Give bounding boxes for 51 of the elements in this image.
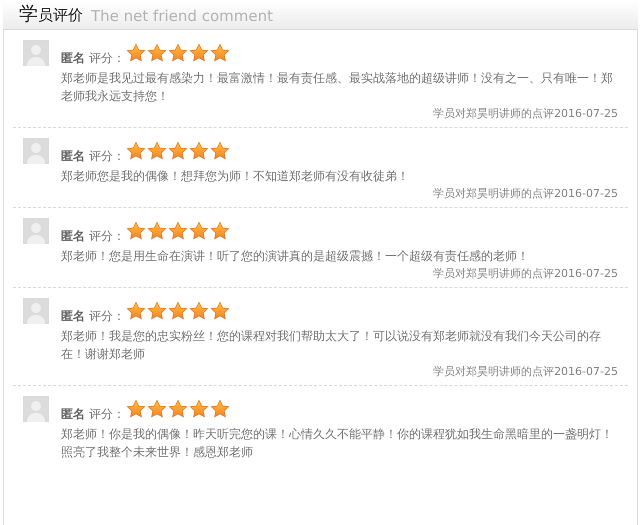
rating-label: 评分： <box>89 228 125 245</box>
star-icon <box>189 43 209 63</box>
star-icon <box>126 221 146 241</box>
reviewer-name: 匿名 <box>61 50 85 67</box>
reviewer-name: 匿名 <box>61 406 85 423</box>
star-icon <box>168 141 188 161</box>
star-icon <box>210 399 230 419</box>
star-icon <box>210 301 230 321</box>
reviewer-name: 匿名 <box>61 228 85 245</box>
rating-label: 评分： <box>89 308 125 325</box>
review-meta: 学员对郑昊明讲师的点评2016-07-25 <box>433 364 618 380</box>
star-icon <box>126 301 146 321</box>
star-icon <box>126 399 146 419</box>
avatar-icon <box>23 138 49 164</box>
review-text: 郑老师！你是我的偶像！昨天听完您的课！心情久久不能平静！你的课程犹如我生命黑暗里的一盏明灯！照亮了我整个未来世界！感恩郑老师 <box>61 426 614 461</box>
star-icon <box>189 301 209 321</box>
review-text: 郑老师是我见过最有感染力！最富激情！最有责任感、最实战落地的超级讲师！没有之一、只有唯一！郑老师我永远支持您！ <box>61 70 614 105</box>
star-icon <box>189 141 209 161</box>
star-icon <box>168 301 188 321</box>
star-icon <box>126 43 146 63</box>
star-icon <box>189 399 209 419</box>
star-icon <box>210 43 230 63</box>
avatar-icon <box>23 40 49 66</box>
section-subtitle: The net friend comment <box>91 9 273 24</box>
review-meta: 学员对郑昊明讲师的点评2016-07-25 <box>433 266 618 282</box>
star-icon <box>168 399 188 419</box>
star-icon <box>126 141 146 161</box>
avatar-icon <box>23 298 49 324</box>
reviewer-name: 匿名 <box>61 148 85 165</box>
star-icon <box>210 141 230 161</box>
rating-label: 评分： <box>89 50 125 67</box>
review-text: 郑老师！您是用生命在演讲！听了您的演讲真的是超级震撼！一个超级有责任感的老师！ <box>61 248 530 265</box>
star-icon <box>189 221 209 241</box>
star-icon <box>210 221 230 241</box>
reviewer-name: 匿名 <box>61 308 85 325</box>
review-text: 郑老师！我是您的忠实粉丝！您的课程对我们帮助太大了！可以说没有郑老师就没有我们今天公司的存在！谢谢郑老师 <box>61 328 602 363</box>
star-icon <box>147 43 167 63</box>
star-icon <box>168 221 188 241</box>
star-icon <box>168 43 188 63</box>
star-icon <box>147 141 167 161</box>
review-meta: 学员对郑昊明讲师的点评2016-07-25 <box>433 186 618 202</box>
review-text: 郑老师您是我的偶像！想拜您为师！不知道郑老师有没有收徒弟！ <box>61 168 410 185</box>
review-meta: 学员对郑昊明讲师的点评2016-07-25 <box>433 106 618 122</box>
avatar-icon <box>23 396 49 422</box>
star-icon <box>147 221 167 241</box>
star-icon <box>147 301 167 321</box>
avatar-icon <box>23 218 49 244</box>
star-icon <box>147 399 167 419</box>
section-title: 学员评价 <box>19 5 83 24</box>
rating-label: 评分： <box>89 148 125 165</box>
rating-label: 评分： <box>89 406 125 423</box>
